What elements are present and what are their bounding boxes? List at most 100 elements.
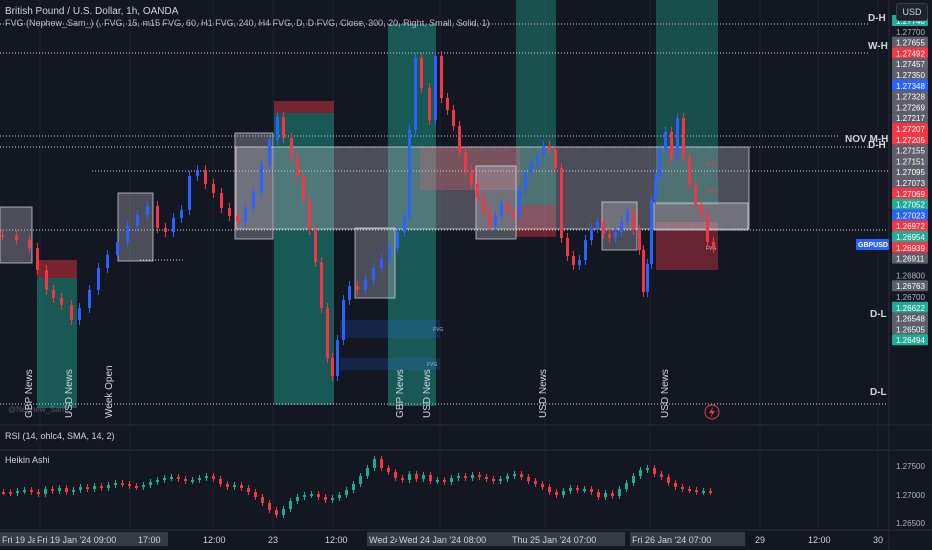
candle-body (260, 165, 263, 192)
ha-body (135, 486, 138, 488)
time-label: 12:00 (325, 535, 348, 545)
ha-body (268, 503, 271, 510)
ha-body (16, 491, 19, 493)
candle-body (548, 146, 551, 150)
candle-body (290, 138, 293, 158)
candle-body (403, 217, 406, 232)
candle-body (536, 156, 539, 164)
candle-body (276, 117, 279, 140)
candle-body (342, 300, 345, 340)
ha-body (667, 477, 670, 483)
candle-body (608, 234, 611, 238)
ha-body (170, 477, 173, 479)
candle-body (560, 168, 563, 238)
time-label: 30 (873, 535, 883, 545)
ha-body (30, 490, 33, 492)
ha-body (695, 490, 698, 492)
time-label: Wed 24 Jan '24 08:00 (399, 535, 486, 545)
price-label: 1.26954 (896, 233, 925, 242)
candle-body (700, 205, 703, 215)
candle-body (268, 140, 271, 165)
candle-body (518, 190, 521, 216)
currency-button[interactable]: USD (896, 3, 928, 21)
candle-body (236, 216, 239, 222)
symbol-title[interactable]: British Pound / U.S. Dollar, 1h, OANDA (5, 6, 178, 17)
ha-body (2, 492, 5, 494)
time-label: 29 (755, 535, 765, 545)
price-label: 1.27052 (896, 201, 925, 210)
candle-body (614, 232, 617, 238)
time-label: Fri 26 Jan '24 07:00 (632, 535, 711, 545)
candle-body (244, 208, 247, 222)
ha-body (93, 486, 96, 489)
ha-body (653, 468, 656, 474)
candle-body (164, 228, 167, 232)
ha-body (128, 484, 131, 486)
ha-body (457, 476, 460, 478)
ha-body (548, 487, 551, 492)
ha-body (184, 479, 187, 481)
time-label: 17:00 (138, 535, 161, 545)
price-label: 1.26494 (896, 336, 925, 345)
candle-body (302, 176, 305, 200)
candle-body (220, 193, 223, 208)
ha-body (240, 485, 243, 488)
ha-body (212, 476, 215, 479)
ha-body (506, 476, 509, 479)
heikin-ashi-legend[interactable]: Heikin Ashi (5, 455, 50, 465)
candle-body (670, 132, 673, 158)
ha-body (492, 479, 495, 481)
candle-body (296, 158, 299, 176)
candle-body (188, 176, 191, 210)
candle-body (45, 270, 48, 290)
ha-body (394, 472, 397, 478)
price-label: 1.27069 (896, 190, 925, 199)
candle-body (494, 216, 497, 226)
price-label: 1.27205 (896, 136, 925, 145)
indicator-legend[interactable]: FVG (Nephew_Sam_) (, FVG, 15, m15 FVG, 6… (5, 18, 490, 28)
ha-body (485, 477, 488, 479)
ha-body (163, 478, 166, 480)
candle-body (488, 211, 491, 226)
price-label: 1.26911 (896, 255, 925, 264)
chart-canvas[interactable]: FVGFVGFVGFVGFVGD-HW-HNOV M-HD-HD-LD-LGBP… (0, 0, 932, 550)
level-label: D-H (868, 140, 886, 151)
candle-body (180, 210, 183, 218)
ha-body (590, 489, 593, 492)
fvg-tag: FVG (433, 327, 443, 333)
ha-scale-label: 1.27500 (896, 462, 925, 471)
level-label: D-L (870, 309, 887, 320)
candle-body (626, 212, 629, 222)
candle-body (642, 250, 645, 292)
ha-body (37, 492, 40, 494)
ha-body (345, 490, 348, 495)
ha-body (422, 475, 425, 479)
ha-body (373, 459, 376, 468)
fvg-tag: FVG (706, 162, 716, 168)
candle-body (434, 56, 437, 120)
rsi-legend[interactable]: RSI (14, ohlc4, SMA, 14, 2) (5, 431, 115, 441)
candle-body (282, 117, 285, 138)
ha-body (576, 488, 579, 490)
candle-body (632, 212, 635, 230)
ha-body (555, 492, 558, 495)
candle-body (428, 88, 431, 120)
ha-body (331, 498, 334, 500)
candle-body (470, 170, 473, 184)
fvg-tag: FVG (706, 189, 716, 195)
ha-body (625, 483, 628, 489)
ha-body (408, 474, 411, 480)
ha-body (611, 493, 614, 496)
price-label: 1.27655 (896, 39, 925, 48)
candle-body (172, 218, 175, 232)
candle-body (476, 184, 479, 198)
news-label: USD News (660, 369, 671, 418)
level-label: D-L (870, 387, 887, 398)
candle-body (196, 170, 199, 176)
time-label: 12:00 (203, 535, 226, 545)
price-label: 1.27700 (896, 28, 925, 37)
candle-body (364, 280, 367, 290)
ha-body (282, 509, 285, 515)
ha-body (632, 476, 635, 483)
price-label: 1.27269 (896, 103, 925, 112)
